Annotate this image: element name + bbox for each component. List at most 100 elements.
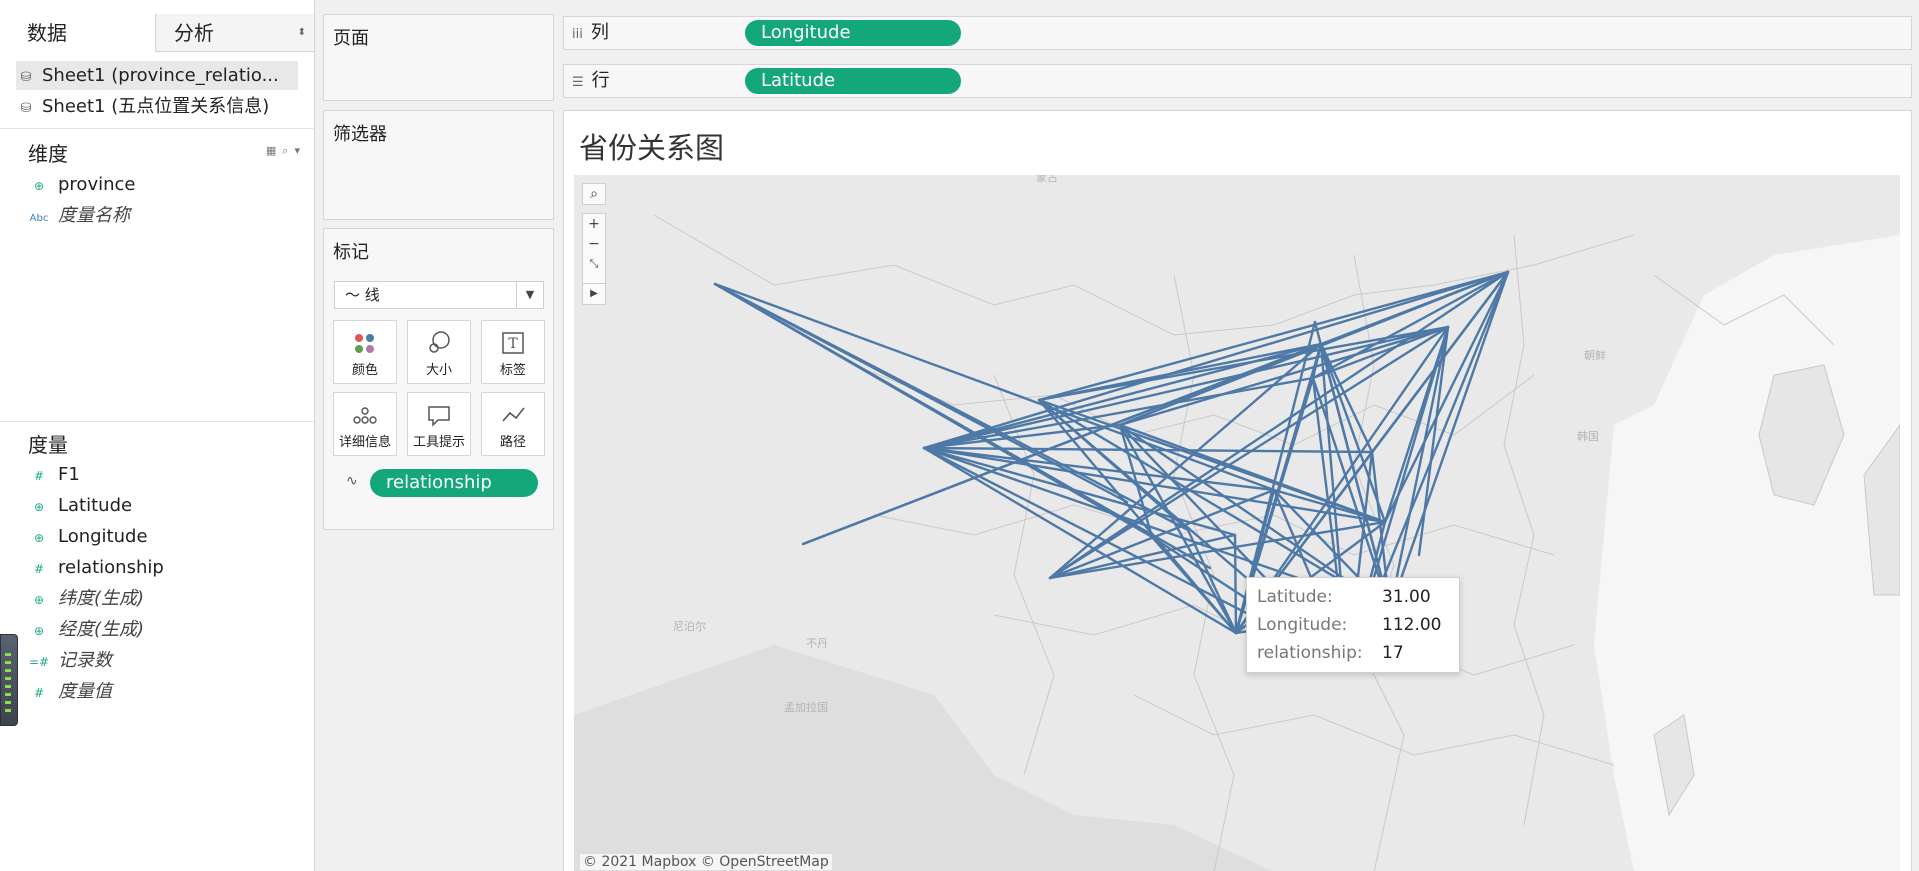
reset-map-icon[interactable]: ⤡ bbox=[583, 254, 605, 274]
globe-icon: ⊕ bbox=[33, 624, 45, 638]
datasource-item-1[interactable]: ⛁ Sheet1 (province_relatio... bbox=[16, 61, 298, 90]
hash-icon: # bbox=[33, 562, 45, 576]
dimension-field-province[interactable]: ⊕ province bbox=[28, 171, 136, 199]
view-title: 省份关系图 bbox=[579, 131, 725, 165]
zoom-out-icon[interactable]: − bbox=[583, 234, 605, 254]
path-icon: ∿ bbox=[346, 473, 358, 489]
longitude-pill[interactable]: Longitude bbox=[745, 20, 961, 46]
measure-field-relationship[interactable]: # relationship bbox=[28, 554, 164, 582]
chevron-down-icon[interactable]: ▾ bbox=[294, 144, 306, 157]
abc-icon: Abc bbox=[29, 213, 49, 224]
field-label: relationship bbox=[58, 557, 164, 578]
color-button[interactable]: 颜色 bbox=[333, 320, 397, 384]
play-toolbar-icon[interactable]: ▶ bbox=[582, 283, 606, 305]
filters-shelf[interactable]: 筛选器 bbox=[323, 110, 554, 220]
columns-icon: iii bbox=[572, 27, 583, 42]
map-attribution[interactable]: © 2021 Mapbox © OpenStreetMap bbox=[580, 854, 832, 870]
label-label: 标签 bbox=[499, 363, 526, 378]
zoom-in-icon[interactable]: + bbox=[583, 214, 605, 234]
field-label: 度量名称 bbox=[58, 205, 130, 226]
latitude-pill[interactable]: Latitude bbox=[745, 68, 961, 94]
tab-analysis-label: 分析 bbox=[174, 21, 214, 45]
datasource-item-2[interactable]: ⛁ Sheet1 (五点位置关系信息) bbox=[16, 92, 298, 121]
globe-icon: ⊕ bbox=[33, 593, 45, 607]
svg-text:孟加拉国: 孟加拉国 bbox=[784, 700, 828, 714]
text-label-icon: T bbox=[482, 327, 544, 359]
mark-tooltip: Latitude: 31.00 Longitude: 112.00 relation… bbox=[1246, 577, 1460, 673]
tooltip-row-relationship: relationship: 17 bbox=[1257, 640, 1404, 666]
mark-type-value: 线 bbox=[364, 286, 380, 304]
field-label: 记录数 bbox=[58, 650, 112, 671]
measure-field-latitude[interactable]: ⊕ Latitude bbox=[28, 492, 132, 520]
svg-text:蒙古: 蒙古 bbox=[1036, 175, 1058, 184]
pages-shelf[interactable]: 页面 bbox=[323, 14, 554, 101]
size-button[interactable]: 大小 bbox=[407, 320, 471, 384]
relationship-line[interactable] bbox=[1233, 533, 1238, 635]
svg-text:不丹: 不丹 bbox=[806, 637, 828, 650]
tooltip-key: relationship: bbox=[1257, 643, 1363, 663]
label-button[interactable]: T 标签 bbox=[481, 320, 545, 384]
divider bbox=[0, 128, 314, 129]
zoom-controls: + − ⤡ bbox=[582, 213, 606, 291]
speech-bubble-icon bbox=[408, 399, 470, 431]
svg-text:尼泊尔: 尼泊尔 bbox=[673, 620, 706, 633]
path-icon bbox=[482, 399, 544, 431]
tooltip-row-longitude: Longitude: 112.00 bbox=[1257, 612, 1441, 638]
globe-icon: ⊕ bbox=[33, 531, 45, 545]
svg-text:T: T bbox=[508, 336, 518, 352]
measure-field-measure-values[interactable]: # 度量值 bbox=[28, 678, 112, 706]
tab-analysis[interactable]: 分析 ⬍ bbox=[156, 14, 314, 52]
columns-shelf[interactable]: iii 列 Longitude bbox=[563, 16, 1912, 50]
rows-shelf-label: ☰ 行 bbox=[572, 65, 610, 99]
globe-icon: ⊕ bbox=[33, 500, 45, 514]
dimension-field-measure-names[interactable]: Abc 度量名称 bbox=[28, 202, 130, 230]
tooltip-value: 31.00 bbox=[1382, 587, 1431, 607]
datasource-icon: ⛁ bbox=[20, 101, 32, 116]
map-svg: 蒙古 朝鲜 韩国 尼泊尔 不丹 孟加拉国 bbox=[574, 175, 1900, 871]
svg-text:韩国: 韩国 bbox=[1577, 429, 1599, 443]
detail-label: 详细信息 bbox=[338, 435, 391, 450]
path-label: 路径 bbox=[499, 435, 526, 450]
datasource-icon: ⛁ bbox=[20, 70, 32, 85]
measure-field-f1[interactable]: # F1 bbox=[28, 461, 80, 489]
datasource-label: Sheet1 (province_relatio... bbox=[42, 65, 279, 86]
search-icon[interactable]: ⌕ bbox=[582, 183, 606, 205]
map-canvas[interactable]: 蒙古 朝鲜 韩国 尼泊尔 不丹 孟加拉国 ⌕ + − ⤡ ▶ © 2021 Ma… bbox=[574, 175, 1900, 871]
datasource-label: Sheet1 (五点位置关系信息) bbox=[42, 96, 270, 117]
measure-field-longitude-generated[interactable]: ⊕ 经度(生成) bbox=[28, 616, 144, 644]
rows-shelf[interactable]: ☰ 行 Latitude bbox=[563, 64, 1912, 98]
columns-text: 列 bbox=[590, 22, 609, 43]
field-label: Latitude bbox=[58, 495, 133, 516]
path-field-pill[interactable]: relationship bbox=[370, 469, 538, 497]
filters-title: 筛选器 bbox=[333, 124, 387, 145]
line-icon: 〜 bbox=[345, 286, 361, 304]
tooltip-value: 112.00 bbox=[1382, 615, 1442, 635]
data-pane: 数据 分析 ⬍ ⛁ Sheet1 (province_relatio... ⛁ Sh… bbox=[0, 0, 315, 871]
size-icon bbox=[408, 327, 470, 359]
svg-text:朝鲜: 朝鲜 bbox=[1584, 348, 1606, 362]
search-icon[interactable]: ⌕ bbox=[282, 144, 294, 157]
hash-icon: =# bbox=[28, 655, 50, 669]
measure-field-longitude[interactable]: ⊕ Longitude bbox=[28, 523, 148, 551]
field-label: 经度(生成) bbox=[58, 619, 145, 640]
measure-field-latitude-generated[interactable]: ⊕ 纬度(生成) bbox=[28, 585, 144, 613]
color-icon bbox=[334, 327, 396, 359]
measures-title: 度量 bbox=[28, 433, 68, 457]
rows-icon: ☰ bbox=[572, 75, 584, 90]
hash-icon: # bbox=[33, 686, 45, 700]
side-meter-widget[interactable] bbox=[0, 634, 18, 726]
measure-field-record-count[interactable]: =# 记录数 bbox=[28, 647, 112, 675]
tooltip-button[interactable]: 工具提示 bbox=[407, 392, 471, 456]
grid-view-icon[interactable]: ▦ bbox=[266, 144, 282, 157]
columns-shelf-label: iii 列 bbox=[572, 17, 609, 51]
field-label: 度量值 bbox=[58, 681, 112, 702]
mark-type-dropdown[interactable]: 〜 线 ▼ bbox=[334, 281, 544, 309]
tooltip-value: 17 bbox=[1382, 643, 1404, 663]
section-tools: ▦⌕▾ bbox=[266, 144, 306, 158]
marks-card: 标记 〜 线 ▼ 颜色 大小 T 标签 详细信息 工具提示 路径 ∿ relat… bbox=[323, 228, 554, 530]
chevron-updown-icon[interactable]: ⬍ bbox=[298, 14, 306, 52]
tab-data[interactable]: 数据 bbox=[0, 14, 156, 52]
size-label: 大小 bbox=[425, 363, 452, 378]
detail-button[interactable]: 详细信息 bbox=[333, 392, 397, 456]
path-button[interactable]: 路径 bbox=[481, 392, 545, 456]
